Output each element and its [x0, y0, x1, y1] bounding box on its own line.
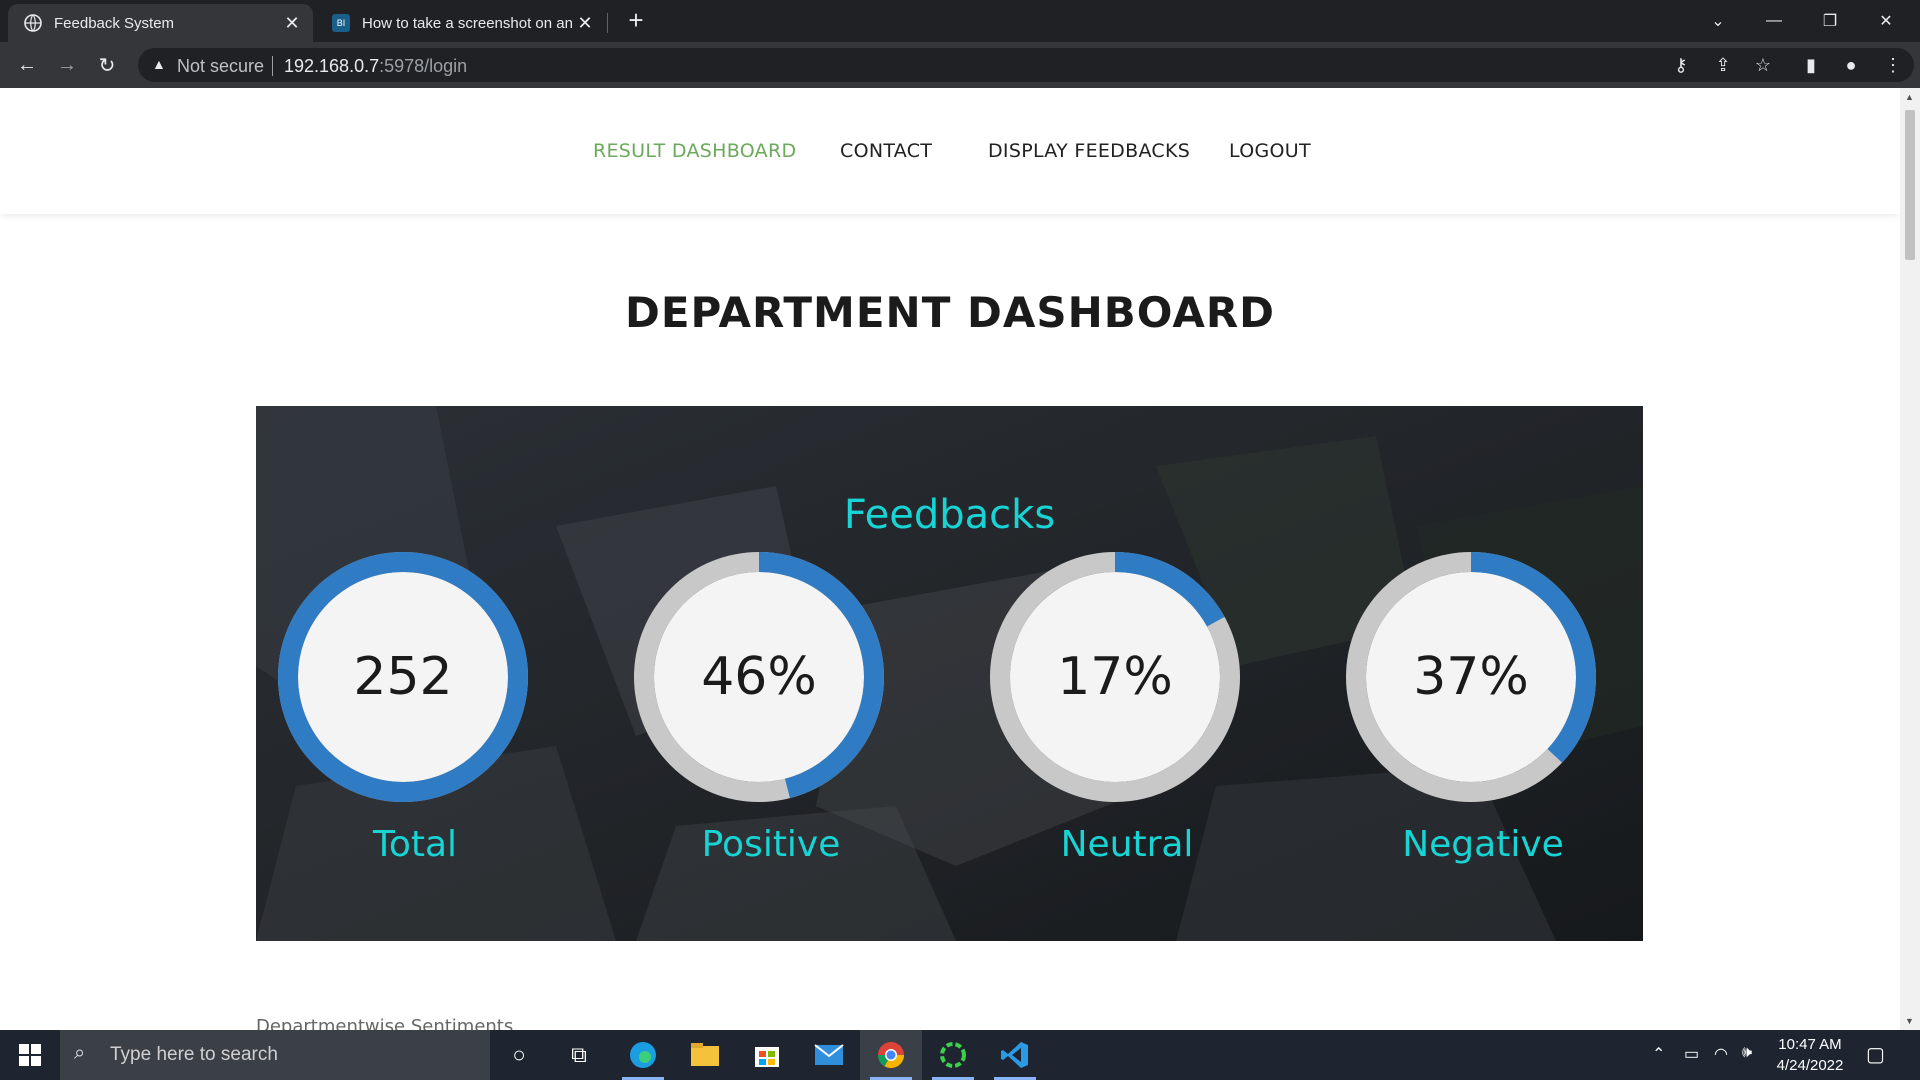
dial-negative: 37%: [1345, 551, 1597, 803]
profile-icon[interactable]: ●: [1836, 50, 1866, 80]
bookmark-star-icon[interactable]: ☆: [1748, 50, 1778, 80]
scroll-thumb[interactable]: [1905, 110, 1915, 260]
dial-neutral: 17%: [989, 551, 1241, 803]
feedbacks-panel: Feedbacks 252 Total 46% Positive 17% Neu…: [256, 406, 1643, 941]
address-bar[interactable]: ▲ Not secure 192.168.0.7:5978/login: [138, 48, 1914, 82]
url-host: 192.168.0.7: [284, 56, 380, 76]
start-button[interactable]: [0, 1030, 60, 1080]
url-text[interactable]: 192.168.0.7:5978/login: [284, 56, 467, 77]
search-icon: ⌕: [74, 1042, 86, 1064]
side-panel-icon[interactable]: ▮: [1796, 50, 1826, 80]
taskbar-search[interactable]: ⌕ Type here to search: [60, 1030, 490, 1080]
negative-value: 37%: [1413, 647, 1529, 707]
wifi-icon[interactable]: ◠: [1714, 1044, 1728, 1064]
battery-icon[interactable]: ▭: [1684, 1044, 1699, 1064]
security-status[interactable]: Not secure: [177, 56, 264, 77]
browser-tab-bar: Feedback System ✕ BI How to take a scree…: [0, 0, 1920, 42]
tab-title: How to take a screenshot on any: [362, 14, 572, 32]
tab-title: Feedback System: [54, 14, 175, 32]
nav-display-feedbacks[interactable]: DISPLAY FEEDBACKS: [988, 140, 1190, 162]
new-tab-button[interactable]: +: [622, 6, 650, 34]
volume-icon[interactable]: 🕪: [1742, 1044, 1752, 1062]
page-viewport: RESULT DASHBOARD CONTACT DISPLAY FEEDBAC…: [0, 88, 1900, 1030]
vscode-icon[interactable]: [984, 1030, 1046, 1080]
menu-dots-icon[interactable]: ⋮: [1878, 50, 1908, 80]
share-icon[interactable]: ⇪: [1708, 50, 1738, 80]
dial-total: 252: [277, 551, 529, 803]
nav-logout[interactable]: LOGOUT: [1229, 140, 1311, 162]
negative-label: Negative: [1402, 824, 1564, 865]
site-navbar: RESULT DASHBOARD CONTACT DISPLAY FEEDBAC…: [0, 88, 1900, 214]
tab-search-chevron-icon[interactable]: ⌄: [1690, 0, 1746, 42]
feedbacks-heading: Feedbacks: [843, 492, 1056, 538]
globe-icon: [24, 14, 42, 32]
mail-icon[interactable]: [798, 1030, 860, 1080]
microsoft-store-icon[interactable]: [736, 1030, 798, 1080]
browser-toolbar: ← → ↻ ▲ Not secure 192.168.0.7:5978/logi…: [0, 42, 1920, 88]
tab-close-icon[interactable]: ✕: [572, 13, 598, 34]
nav-result-dashboard[interactable]: RESULT DASHBOARD: [593, 140, 796, 162]
back-button[interactable]: ←: [12, 50, 42, 80]
positive-label: Positive: [701, 824, 841, 865]
page-title: DEPARTMENT DASHBOARD: [624, 288, 1276, 337]
show-hidden-icons-icon[interactable]: ⌃: [1652, 1044, 1665, 1064]
dial-positive: 46%: [633, 551, 885, 803]
reload-button[interactable]: ↻: [92, 50, 122, 80]
address-divider: [272, 56, 273, 76]
bi-favicon-icon: BI: [332, 14, 350, 32]
tab-screenshot-article[interactable]: BI How to take a screenshot on any ✕: [316, 4, 606, 42]
nav-contact[interactable]: CONTACT: [840, 140, 932, 162]
search-placeholder: Type here to search: [110, 1044, 278, 1065]
windows-taskbar: ⌕ Type here to search ○ ⧉ ⌃ ▭ ◠ 🕪 10:47 …: [0, 1030, 1920, 1080]
minimize-button[interactable]: —: [1746, 0, 1802, 42]
url-path: :5978/login: [379, 56, 468, 76]
chrome-icon[interactable]: [860, 1030, 922, 1080]
neutral-label: Neutral: [1060, 824, 1194, 865]
tab-close-icon[interactable]: ✕: [279, 13, 305, 34]
clock-time: 10:47 AM: [1778, 1036, 1842, 1053]
clock-date: 4/24/2022: [1776, 1057, 1844, 1074]
system-clock[interactable]: 10:47 AM 4/24/2022: [1760, 1034, 1860, 1076]
total-value: 252: [353, 647, 453, 707]
restore-button[interactable]: ❐: [1802, 0, 1858, 42]
edge-browser-icon[interactable]: [612, 1030, 674, 1080]
scroll-down-arrow-icon[interactable]: ▼: [1905, 1016, 1914, 1026]
file-explorer-icon[interactable]: [674, 1030, 736, 1080]
cortana-icon[interactable]: ○: [488, 1030, 550, 1080]
tab-divider: [607, 13, 608, 33]
forward-button[interactable]: →: [52, 50, 82, 80]
positive-value: 46%: [701, 647, 817, 707]
page-scrollbar[interactable]: ▲ ▼: [1900, 88, 1920, 1030]
key-icon[interactable]: ⚷: [1666, 50, 1696, 80]
close-window-button[interactable]: ✕: [1858, 0, 1914, 42]
departmentwise-sentiments-heading: Departmentwise Sentiments: [256, 1016, 514, 1030]
tab-feedback-system[interactable]: Feedback System ✕: [8, 4, 313, 42]
notifications-icon[interactable]: ▢: [1866, 1042, 1885, 1067]
app-ring-icon[interactable]: [922, 1030, 984, 1080]
scroll-up-arrow-icon[interactable]: ▲: [1905, 92, 1914, 102]
neutral-value: 17%: [1057, 647, 1173, 707]
warning-icon: ▲: [152, 56, 166, 72]
windows-logo-icon: [19, 1044, 41, 1066]
task-view-icon[interactable]: ⧉: [548, 1030, 610, 1080]
total-label: Total: [372, 824, 458, 865]
